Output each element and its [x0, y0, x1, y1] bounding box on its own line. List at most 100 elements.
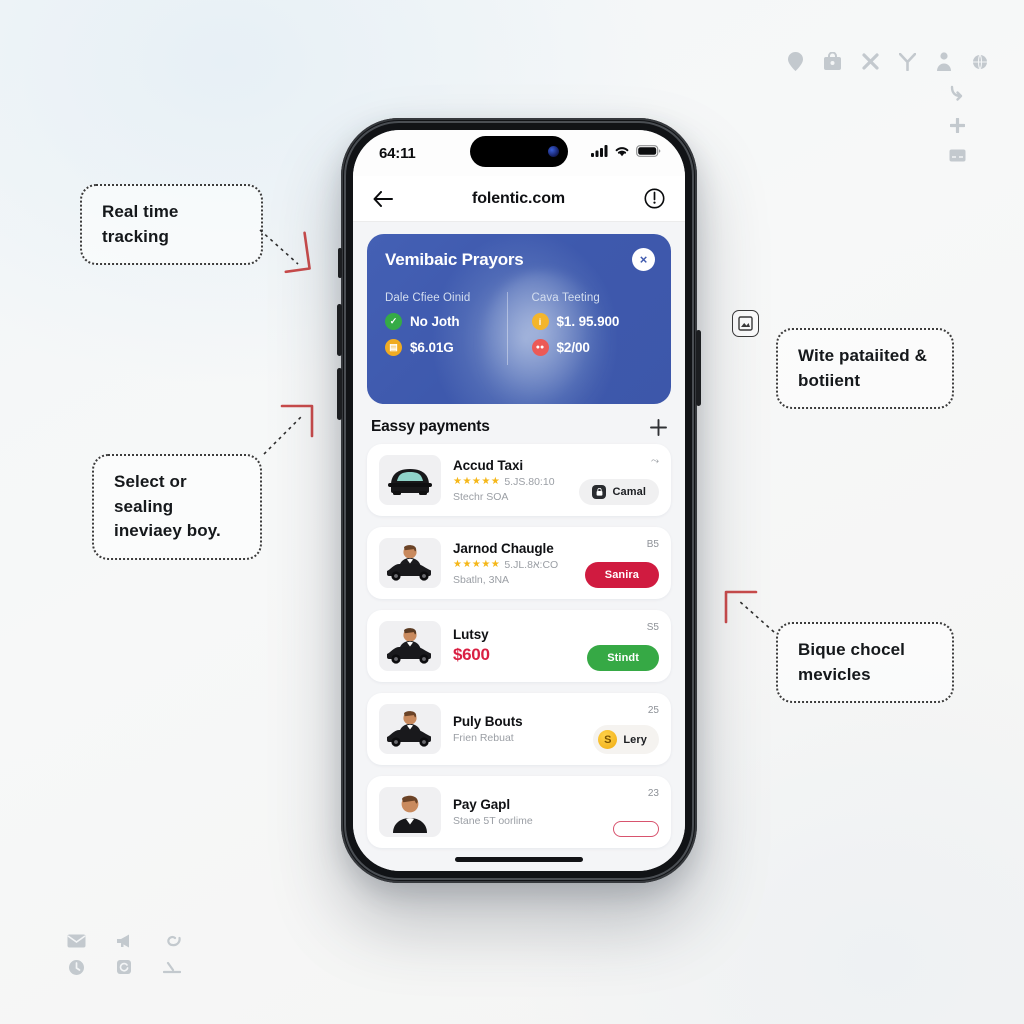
cancel-button[interactable]: Camal: [579, 479, 659, 505]
promo-banner: Vemibaic Prayors × Dale Cfiee Oinid ✓ No…: [367, 234, 671, 404]
promo-stat-value: $2/00: [556, 340, 590, 355]
page-content[interactable]: Vemibaic Prayors × Dale Cfiee Oinid ✓ No…: [353, 222, 685, 871]
megaphone-icon: [115, 933, 133, 949]
phone-screen: 64:11 folentic.com Vemibaic Prayors × Da…: [353, 130, 685, 871]
annotation-arrow-bique: [724, 590, 775, 633]
list-item-rating: ★★★★★ 5.JL.8א:CO: [453, 559, 573, 571]
list-item-corner-label: B5: [646, 539, 659, 550]
outline-action-button[interactable]: [613, 821, 659, 837]
driver-portrait-icon: [379, 787, 441, 837]
callout-real-time-tracking: Real time tracking: [80, 184, 263, 266]
list-item-rating: ★★★★★ 5.JS.80:10: [453, 476, 567, 488]
promo-column-right: Cavа Teeting i $1. 95.900 ●● $2/00: [506, 292, 654, 365]
list-item-subtitle: Stane 5T oorlime: [453, 815, 533, 827]
front-camera-icon: [548, 146, 559, 157]
list-item-subtitle: Frien Rebuat: [453, 732, 514, 744]
driver-car-icon: [379, 538, 441, 588]
list-item-actions: B5 Sanira: [584, 538, 659, 588]
promo-column-label: Dale Cfiee Oinid: [385, 292, 471, 304]
list-item-actions: 25 S Lery: [593, 704, 659, 754]
share-arrow-icon: [949, 85, 966, 102]
list-item[interactable]: Jarnod Chaugle ★★★★★ 5.JL.8א:CO Sbatln, …: [367, 527, 671, 599]
promo-column-left: Dale Cfiee Oinid ✓ No Joth ▤ $6.01G: [385, 292, 507, 365]
star-rating-icon: ★★★★★: [453, 559, 501, 570]
list-item[interactable]: Lutsy $600 S5 Stindt: [367, 610, 671, 682]
annotation-arrow-select: [263, 404, 314, 455]
filter-y-icon: [899, 52, 916, 71]
status-indicators: [591, 144, 661, 162]
list-item[interactable]: Pay Gapl Stane 5T oorlime 23: [367, 776, 671, 848]
front-car-icon: [379, 455, 441, 505]
section-title: Eassy payments: [371, 418, 490, 435]
list-item-body: Puly Bouts Frien Rebuat: [453, 714, 581, 744]
list-item-title: Jarnod Chaugle: [453, 540, 554, 556]
power-button[interactable]: [696, 330, 701, 406]
person-icon: [936, 52, 952, 71]
annotation-arrow-tracking: [259, 229, 311, 274]
background-icon-cluster-bottom-left: [52, 928, 196, 980]
info-circle-icon[interactable]: [644, 188, 665, 209]
refresh-icon: [116, 959, 132, 975]
list-item-corner-label: 23: [647, 788, 659, 799]
info-circle-icon: i: [531, 313, 549, 330]
wallet-circle-icon: ▤: [385, 339, 402, 356]
url-text[interactable]: folentic.com: [472, 190, 565, 208]
lock-bag-icon: [823, 52, 842, 71]
background-icon-cluster-top-right: [788, 52, 988, 162]
coin-icon: S: [598, 730, 618, 749]
pen-icon: [163, 961, 181, 974]
list-item-title: Lutsy: [453, 627, 489, 642]
wifi-icon: [614, 144, 630, 162]
list-item-actions: S5 Stindt: [587, 621, 659, 671]
check-circle-icon: ✓: [385, 313, 402, 330]
list-item-title: Pay Gapl: [453, 797, 510, 812]
list-item-subtitle: Stechr SOA: [453, 490, 509, 503]
list-item-title: Puly Bouts: [453, 714, 523, 729]
promo-stat-value: No Joth: [410, 314, 460, 329]
back-arrow-icon[interactable]: [373, 190, 393, 207]
pay-button-label: Lery: [623, 733, 647, 746]
browser-toolbar: folentic.com: [353, 176, 685, 222]
callout-wite-pataiited: Wite pataiited & botiient: [776, 328, 954, 410]
list-item[interactable]: Accud Taxi ★★★★★ 5.JS.80:10 Stechr SOA ⤳…: [367, 444, 671, 516]
silent-switch[interactable]: [338, 248, 342, 278]
list-item-body: Accud Taxi ★★★★★ 5.JS.80:10 Stechr SOA: [453, 458, 567, 503]
group-circle-icon: ●●: [531, 339, 549, 356]
list-item-price: $600: [453, 645, 490, 664]
phone-mockup: 64:11 folentic.com Vemibaic Prayors × Da…: [337, 118, 701, 883]
primary-action-button[interactable]: Stindt: [587, 645, 659, 671]
list-item-actions: 23: [613, 787, 659, 837]
volume-down-button[interactable]: [337, 368, 342, 420]
list-item-corner-label: ⤳: [651, 456, 659, 467]
driver-car-icon: [379, 621, 441, 671]
promo-stat-row: ✓ No Joth: [385, 313, 497, 330]
list-item-rating-text: 5.JS.80:10: [504, 475, 555, 488]
list-item-body: Lutsy $600: [453, 627, 575, 665]
promo-stat-row: ●● $2/00: [531, 339, 644, 356]
list-item-body: Pay Gapl Stane 5T oorlime: [453, 797, 601, 827]
spiral-icon: [164, 933, 181, 950]
promo-stat-row: ▤ $6.01G: [385, 339, 497, 356]
plus-icon: [949, 118, 965, 133]
section-header: Eassy payments: [367, 404, 671, 444]
list-item-rating-text: 5.JL.8א:CO: [504, 558, 559, 571]
primary-action-button[interactable]: Sanira: [584, 562, 659, 588]
list-item-corner-label: S5: [646, 622, 659, 633]
location-pin-icon: [788, 52, 803, 71]
promo-stats: Dale Cfiee Oinid ✓ No Joth ▤ $6.01G Cavа…: [385, 292, 653, 365]
battery-icon: [636, 144, 661, 162]
list-item-body: Jarnod Chaugle ★★★★★ 5.JL.8א:CO Sbatln, …: [453, 541, 573, 586]
callout-select-or-sealing: Select or sealing ineviaey boy.: [92, 454, 262, 560]
pay-button[interactable]: S Lery: [593, 725, 659, 754]
globe-icon: [972, 54, 988, 70]
promo-stat-value: $6.01G: [410, 340, 454, 355]
promo-title: Vemibaic Prayors: [385, 250, 524, 269]
promo-column-label: Cavа Teeting: [531, 292, 600, 304]
status-bar: 64:11: [353, 130, 685, 176]
plus-icon[interactable]: [650, 418, 667, 436]
close-icon[interactable]: ×: [632, 248, 655, 271]
list-item[interactable]: Puly Bouts Frien Rebuat 25 S Lery: [367, 693, 671, 765]
volume-up-button[interactable]: [337, 304, 342, 356]
home-indicator: [455, 857, 583, 862]
lock-icon: [592, 485, 607, 499]
